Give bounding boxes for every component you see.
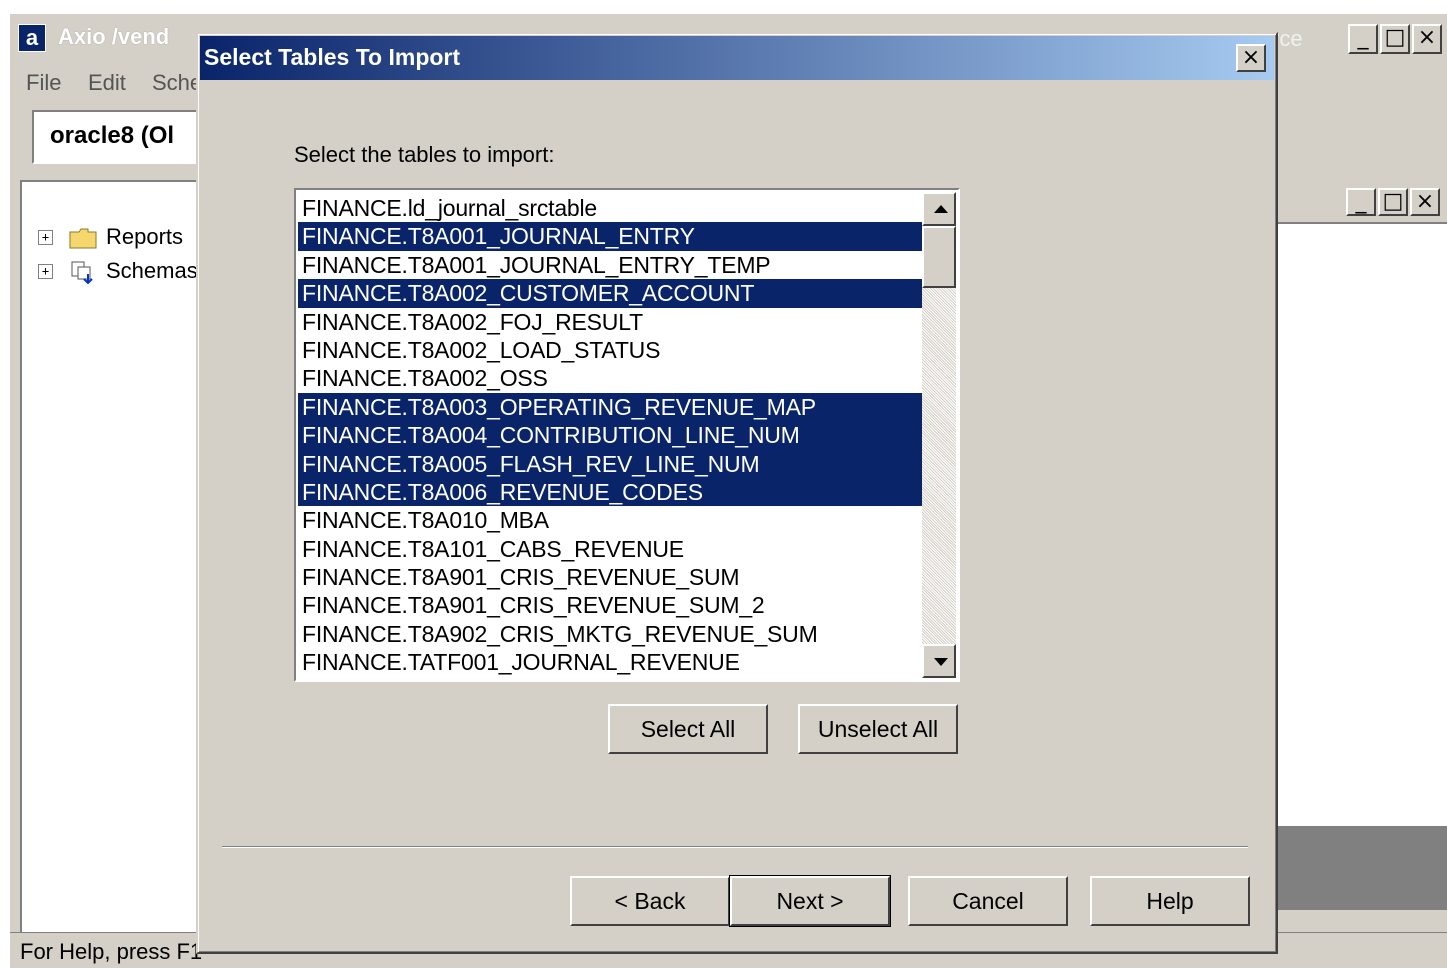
arrow-down-icon bbox=[934, 658, 948, 666]
table-list-item[interactable]: FINANCE.T8A001_JOURNAL_ENTRY bbox=[298, 222, 922, 251]
tree-panel[interactable]: + Reports + Schemas bbox=[20, 180, 210, 932]
table-list-item[interactable]: FINANCE.T8A901_CRIS_REVENUE_SUM_2 bbox=[298, 591, 922, 619]
maximize-icon[interactable]: □ bbox=[1378, 188, 1408, 216]
tables-list: FINANCE.ld_journal_srctable FINANCE.T8A00… bbox=[298, 194, 922, 677]
menubar: File Edit Sche bbox=[10, 64, 210, 100]
table-list-item[interactable]: FINANCE.T8A002_FOJ_RESULT bbox=[298, 308, 922, 336]
close-icon[interactable]: × bbox=[1236, 44, 1266, 72]
table-list-item[interactable]: FINANCE.T8A005_FLASH_REV_LINE_NUM bbox=[298, 449, 922, 478]
app-title: Axio /vend bbox=[58, 24, 170, 49]
menu-schema[interactable]: Sche bbox=[152, 70, 202, 96]
table-list-item[interactable]: FINANCE.T8A002_LOAD_STATUS bbox=[298, 336, 922, 364]
prompt-label: Select the tables to import: bbox=[294, 142, 555, 167]
menu-edit[interactable]: Edit bbox=[88, 70, 126, 96]
status-text: For Help, press F1 bbox=[20, 939, 203, 964]
schema-icon bbox=[71, 261, 93, 284]
table-list-item[interactable]: FINANCE.T8A001_JOURNAL_ENTRY_TEMP bbox=[298, 251, 922, 279]
table-list-item[interactable]: FINANCE.T8A002_CUSTOMER_ACCOUNT bbox=[298, 279, 922, 308]
next-button[interactable]: Next > bbox=[729, 875, 891, 927]
table-list-item[interactable]: FINANCE.T8A003_OPERATING_REVENUE_MAP bbox=[298, 392, 922, 422]
arrow-up-icon bbox=[934, 205, 948, 213]
select-all-button[interactable]: Select All bbox=[608, 704, 768, 754]
maximize-icon[interactable]: □ bbox=[1380, 24, 1410, 54]
table-list-item[interactable]: FINANCE.T8A006_REVENUE_CODES bbox=[298, 477, 922, 507]
scroll-up-button[interactable] bbox=[922, 192, 956, 226]
table-list-item[interactable]: FINANCE.ld_journal_srctable bbox=[298, 194, 922, 222]
menu-file[interactable]: File bbox=[26, 70, 61, 96]
tree-item-label: Reports bbox=[106, 224, 184, 249]
select-tables-dialog: Select Tables To Import × Select the tab… bbox=[196, 32, 1278, 954]
table-list-item[interactable]: FINANCE.T8A010_MBA bbox=[298, 506, 922, 534]
close-icon[interactable]: × bbox=[1410, 188, 1440, 216]
scroll-thumb[interactable] bbox=[922, 226, 956, 288]
scroll-down-button[interactable] bbox=[922, 644, 956, 678]
help-button[interactable]: Help bbox=[1090, 876, 1250, 926]
table-list-item[interactable]: FINANCE.T8A002_OSS bbox=[298, 364, 922, 392]
expand-icon[interactable]: + bbox=[38, 230, 53, 245]
table-list-item[interactable]: FINANCE.TATF001_JOURNAL_REVENUE bbox=[298, 648, 922, 676]
vertical-scrollbar[interactable] bbox=[922, 192, 956, 678]
connection-combo-value: oracle8 (Ol bbox=[50, 122, 175, 149]
unselect-all-button[interactable]: Unselect All bbox=[798, 704, 958, 754]
connection-combo[interactable]: oracle8 (Ol bbox=[32, 110, 222, 164]
table-list-item[interactable]: FINANCE.T8A004_CONTRIBUTION_LINE_NUM bbox=[298, 421, 922, 450]
folder-icon bbox=[69, 228, 97, 249]
separator bbox=[222, 846, 1248, 848]
tree-item-label: Schemas bbox=[106, 258, 198, 283]
dialog-titlebar[interactable]: Select Tables To Import × bbox=[200, 36, 1274, 80]
table-list-item[interactable]: FINANCE.T8A101_CABS_REVENUE bbox=[298, 535, 922, 563]
minimize-icon[interactable]: _ bbox=[1348, 24, 1378, 54]
app-logo-icon: a bbox=[18, 24, 46, 52]
cancel-button[interactable]: Cancel bbox=[908, 876, 1068, 926]
back-button[interactable]: < Back bbox=[570, 876, 730, 926]
table-list-item[interactable]: FINANCE.T8A902_CRIS_MKTG_REVENUE_SUM bbox=[298, 620, 922, 648]
right-panel: _ □ × bbox=[1276, 182, 1447, 832]
workspace-background bbox=[1276, 826, 1447, 910]
right-panel-titlebar: _ □ × bbox=[1276, 182, 1447, 224]
expand-icon[interactable]: + bbox=[38, 264, 53, 279]
close-icon[interactable]: × bbox=[1412, 24, 1442, 54]
minimize-icon[interactable]: _ bbox=[1346, 188, 1376, 216]
tables-listbox[interactable]: FINANCE.ld_journal_srctable FINANCE.T8A00… bbox=[294, 188, 960, 682]
dialog-title: Select Tables To Import bbox=[204, 44, 461, 70]
table-list-item[interactable]: FINANCE.T8A901_CRIS_REVENUE_SUM bbox=[298, 563, 922, 591]
